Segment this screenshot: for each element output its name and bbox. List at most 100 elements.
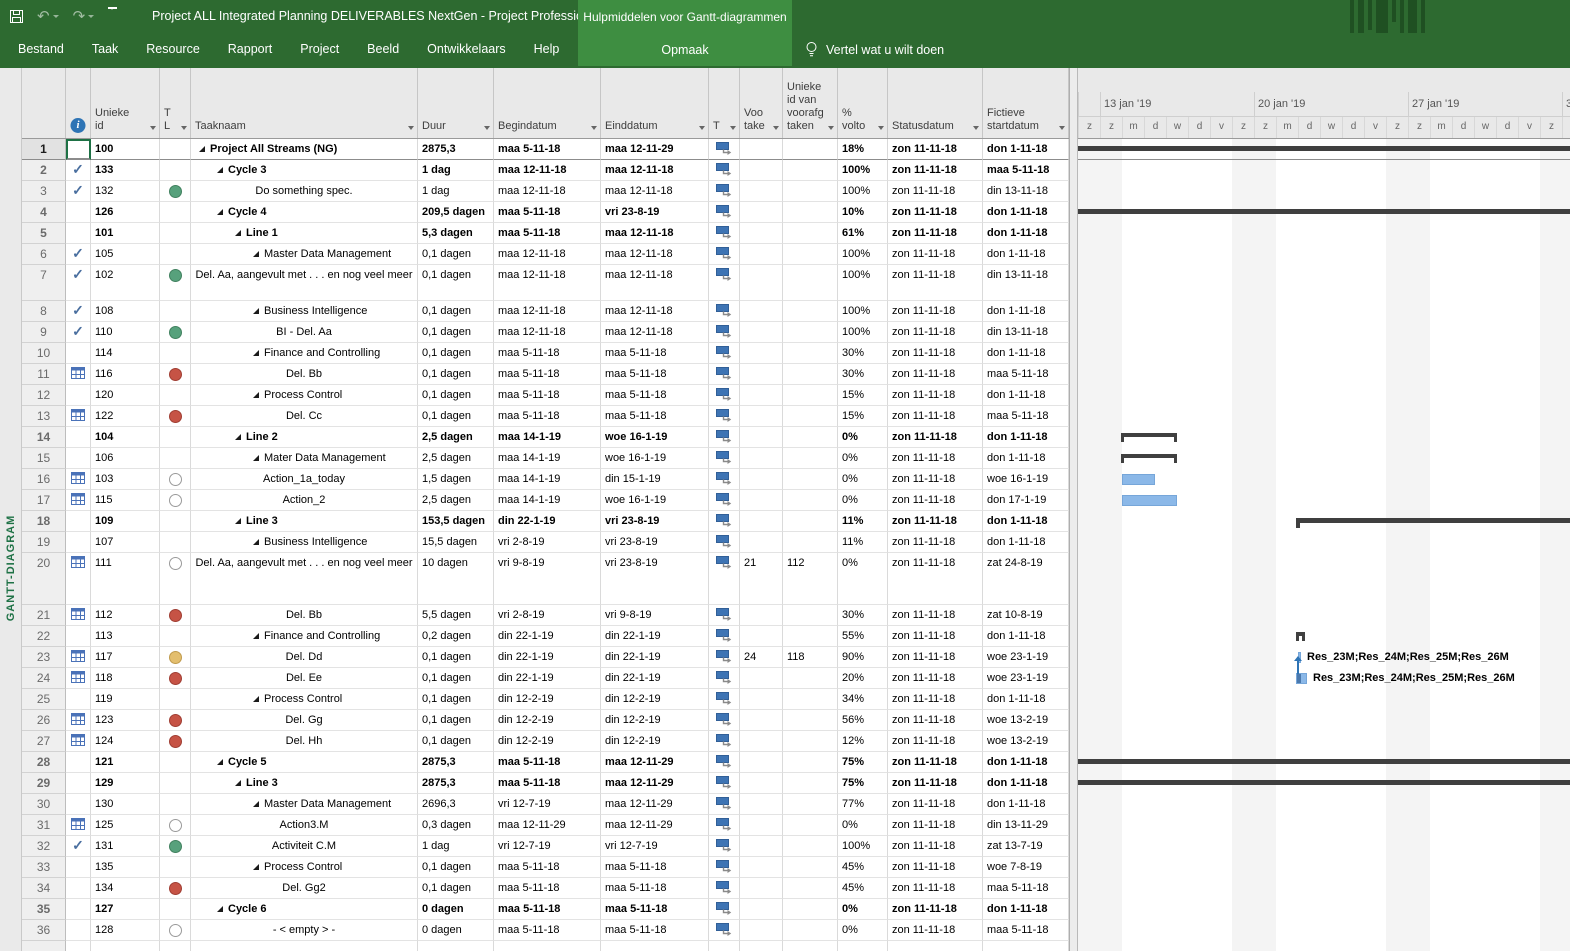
cell-voo[interactable] — [740, 385, 783, 406]
cell-rownum[interactable]: 18 — [22, 511, 66, 532]
cell-uvp[interactable] — [783, 605, 838, 626]
cell-uvp[interactable] — [783, 448, 838, 469]
cell-eind[interactable]: maa 5-11-18 — [601, 406, 709, 427]
cell-tmode[interactable] — [709, 301, 740, 322]
cell-name[interactable]: Action3.M — [191, 815, 418, 836]
cell-pct[interactable]: 45% — [838, 878, 888, 899]
cell-duur[interactable]: 0 dagen — [418, 899, 494, 920]
filter-arrow-icon[interactable] — [828, 126, 834, 130]
expand-triangle-icon[interactable] — [253, 633, 259, 639]
cell-voo[interactable] — [740, 878, 783, 899]
cell-pct[interactable]: 30% — [838, 343, 888, 364]
cell-begin[interactable]: maa 5-11-18 — [494, 343, 601, 364]
cell-fict[interactable]: zat 10-8-19 — [983, 605, 1069, 626]
cell-uvp[interactable] — [783, 181, 838, 202]
cell-voo[interactable] — [740, 448, 783, 469]
cell-eind[interactable]: din 12-2-19 — [601, 689, 709, 710]
cell-fict[interactable]: maa 5-11-18 — [983, 920, 1069, 941]
cell-pct[interactable]: 0% — [838, 490, 888, 511]
cell-info[interactable] — [66, 752, 91, 773]
cell-duur[interactable]: 0,1 dagen — [418, 710, 494, 731]
cell-duur[interactable]: 1 dag — [418, 836, 494, 857]
cell-tl[interactable] — [160, 836, 191, 857]
cell-uid[interactable]: 112 — [91, 605, 160, 626]
cell-status[interactable]: zon 11-11-18 — [888, 322, 983, 343]
cell-rownum[interactable]: 12 — [22, 385, 66, 406]
cell-tmode[interactable] — [709, 836, 740, 857]
cell-status[interactable]: zon 11-11-18 — [888, 427, 983, 448]
cell-pct[interactable]: 100% — [838, 322, 888, 343]
cell-fict[interactable]: don 1-11-18 — [983, 448, 1069, 469]
cell-name[interactable]: Del. Aa, aangevult met . . . en nog veel… — [191, 265, 418, 301]
cell-eind[interactable]: maa 5-11-18 — [601, 385, 709, 406]
cell-status[interactable]: zon 11-11-18 — [888, 857, 983, 878]
cell-tmode[interactable] — [709, 689, 740, 710]
cell-voo[interactable] — [740, 605, 783, 626]
cell-duur[interactable]: 2875,3 dagen — [418, 752, 494, 773]
cell-pct[interactable]: 90% — [838, 647, 888, 668]
ribbon-tab-beeld[interactable]: Beeld — [353, 33, 413, 66]
ribbon-tab-help[interactable]: Help — [520, 33, 574, 66]
cell-begin[interactable]: maa 12-11-18 — [494, 301, 601, 322]
cell-name[interactable]: Cycle 5 — [191, 752, 418, 773]
cell-status[interactable]: zon 11-11-18 — [888, 511, 983, 532]
cell-begin[interactable]: maa 14-1-19 — [494, 448, 601, 469]
cell-pct[interactable]: 100% — [838, 265, 888, 301]
cell-begin[interactable]: maa 5-11-18 — [494, 139, 601, 160]
cell-begin[interactable]: maa 5-11-18 — [494, 223, 601, 244]
cell-begin[interactable]: din 22-1-19 — [494, 647, 601, 668]
gantt-bar-summary[interactable] — [1078, 759, 1570, 764]
cell-status[interactable]: zon 11-11-18 — [888, 836, 983, 857]
cell-tl[interactable] — [160, 689, 191, 710]
cell-uvp[interactable] — [783, 815, 838, 836]
cell-fict[interactable]: don 1-11-18 — [983, 899, 1069, 920]
cell-eind[interactable]: maa 5-11-18 — [601, 920, 709, 941]
cell-eind[interactable]: din 22-1-19 — [601, 668, 709, 689]
cell-voo[interactable] — [740, 836, 783, 857]
cell-tmode[interactable] — [709, 878, 740, 899]
cell-pct[interactable]: 0% — [838, 469, 888, 490]
cell-rownum[interactable]: 7 — [22, 265, 66, 301]
cell-begin[interactable]: maa 5-11-18 — [494, 857, 601, 878]
cell-duur[interactable]: 0,3 dagen — [418, 815, 494, 836]
cell-uid[interactable]: 116 — [91, 364, 160, 385]
cell-voo[interactable] — [740, 244, 783, 265]
cell-fict[interactable]: don 1-11-18 — [983, 244, 1069, 265]
cell-tmode[interactable] — [709, 139, 740, 160]
cell-eind[interactable]: din 12-2-19 — [601, 710, 709, 731]
cell-eind[interactable]: maa 12-11-18 — [601, 322, 709, 343]
cell-tmode[interactable] — [709, 427, 740, 448]
cell-begin[interactable]: maa 5-11-18 — [494, 878, 601, 899]
cell-duur[interactable]: 5,5 dagen — [418, 605, 494, 626]
cell-eind[interactable]: din 15-1-19 — [601, 469, 709, 490]
cell-uvp[interactable] — [783, 469, 838, 490]
cell-info[interactable] — [66, 511, 91, 532]
cell-tmode[interactable] — [709, 223, 740, 244]
cell-info[interactable] — [66, 920, 91, 941]
cell-begin[interactable]: din 22-1-19 — [494, 626, 601, 647]
cell-status[interactable]: zon 11-11-18 — [888, 160, 983, 181]
cell-uvp[interactable] — [783, 385, 838, 406]
cell-uvp[interactable] — [783, 710, 838, 731]
cell-info[interactable]: ✓ — [66, 181, 91, 202]
gantt-bar-summary[interactable] — [1121, 433, 1177, 442]
cell-duur[interactable]: 2,5 dagen — [418, 427, 494, 448]
cell-fict[interactable]: don 1-11-18 — [983, 223, 1069, 244]
cell-pct[interactable]: 11% — [838, 532, 888, 553]
cell-duur[interactable]: 0,1 dagen — [418, 647, 494, 668]
cell-duur[interactable]: 0,1 dagen — [418, 244, 494, 265]
cell-tmode[interactable] — [709, 364, 740, 385]
customize-qat-icon[interactable] — [108, 7, 117, 26]
cell-rownum[interactable]: 30 — [22, 794, 66, 815]
cell-pct[interactable]: 0% — [838, 815, 888, 836]
cell-status[interactable]: zon 11-11-18 — [888, 223, 983, 244]
cell-tl[interactable] — [160, 202, 191, 223]
cell-rownum[interactable]: 2 — [22, 160, 66, 181]
cell-pct[interactable]: 75% — [838, 773, 888, 794]
cell-tl[interactable] — [160, 265, 191, 301]
cell-duur[interactable]: 0,1 dagen — [418, 322, 494, 343]
gantt-bar-summary[interactable] — [1296, 632, 1305, 641]
cell-tmode[interactable] — [709, 160, 740, 181]
cell-uvp[interactable] — [783, 511, 838, 532]
cell-rownum[interactable]: 28 — [22, 752, 66, 773]
